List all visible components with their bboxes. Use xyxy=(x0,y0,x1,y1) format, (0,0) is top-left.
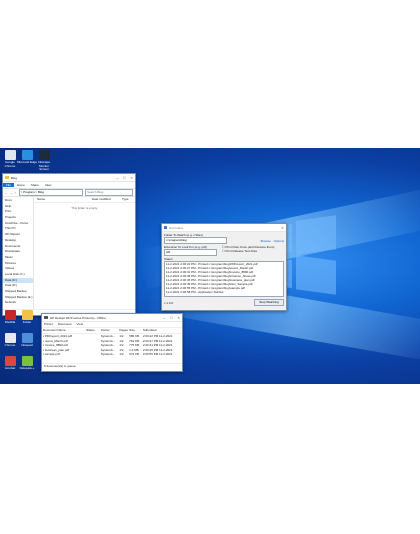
printer-icon xyxy=(44,316,48,319)
app-icon xyxy=(164,226,167,229)
tab-share[interactable]: Share xyxy=(28,183,42,187)
browse-link[interactable]: Browse xyxy=(261,239,271,243)
tab-view[interactable]: View xyxy=(42,183,54,187)
status-log[interactable]: 11-2-2021 2:00:22 PM - Printed c:\progra… xyxy=(164,261,284,297)
menu-printer[interactable]: Printer xyxy=(44,322,53,327)
app-icon xyxy=(21,310,33,320)
extension-value: pdf xyxy=(166,250,171,254)
navigation-pane: Docs Help Print Projects OneDrive - Perso Thi… xyxy=(3,197,34,309)
column-header[interactable]: Submitted xyxy=(142,328,182,333)
address-path: > Program > Blog xyxy=(20,190,45,194)
version-text: v 1.0.0 xyxy=(164,300,174,305)
table-cell: 2:00:55 PM 11-2-2021 xyxy=(142,352,173,356)
address-bar[interactable]: > Program > Blog xyxy=(18,189,83,196)
log-line: 11-2-2021 2:00:58 PM - Application Start… xyxy=(166,290,224,294)
app-icon xyxy=(4,150,16,160)
desktop-icon[interactable]: Inkscape Monitor Screen xyxy=(34,150,54,172)
menu-document[interactable]: Document xyxy=(58,322,72,327)
column-date-modified[interactable]: Date modified xyxy=(92,197,122,202)
print-queue-window: HP Deskjet 3070 series Printer(s) - Offl… xyxy=(41,313,183,372)
close-icon[interactable]: × xyxy=(175,315,182,320)
tab-file[interactable]: File xyxy=(3,183,14,187)
column-header[interactable]: Size xyxy=(128,328,142,333)
forward-arrow-icon[interactable]: → xyxy=(10,191,13,195)
desktop-icon[interactable]: Notepad xyxy=(17,333,37,348)
column-name[interactable]: Name xyxy=(34,197,92,202)
print-release-label: Print Release Text Files xyxy=(225,249,257,253)
back-arrow-icon[interactable]: ← xyxy=(5,191,8,195)
minimize-icon[interactable]: – xyxy=(161,315,168,320)
desktop-icon-label: Folder xyxy=(22,320,32,324)
close-icon[interactable]: × xyxy=(128,175,135,180)
desktop-icon-label: Inkscape Monitor Screen xyxy=(37,160,50,171)
column-header[interactable]: Pages xyxy=(118,328,128,333)
desktop-icon[interactable]: Notepad++ xyxy=(17,356,37,371)
column-header[interactable]: Owner xyxy=(100,328,119,333)
stop-watching-button[interactable]: Stop Watching xyxy=(254,299,284,306)
app-icon xyxy=(21,150,33,160)
print-release-checkbox[interactable]: ☐ Print Release Text Files xyxy=(222,249,284,253)
print-queue-header: Document Name Status Owner Pages Size Submitt… xyxy=(42,327,182,334)
maximize-icon[interactable]: □ xyxy=(168,315,175,320)
desktop-icon[interactable]: Folder xyxy=(17,310,37,325)
table-cell: 1/2 xyxy=(119,352,124,356)
table-row[interactable]: ▪ sample.pdf SystemA... 1/2 973 KB 2:00:55 P… xyxy=(42,352,182,357)
table-cell: ▪ sample.pdf xyxy=(43,352,60,356)
app-icon xyxy=(21,333,33,343)
close-icon[interactable]: × xyxy=(279,225,286,230)
app-icon xyxy=(38,150,50,160)
print-queue-title: HP Deskjet 3070 series Printer(s) - Offl… xyxy=(50,315,106,320)
windows-logo-pane xyxy=(296,255,336,295)
table-cell xyxy=(85,352,100,357)
app-icon xyxy=(4,333,16,343)
column-header[interactable]: Document Name xyxy=(42,328,85,333)
empty-folder-text: This folder is empty. xyxy=(71,206,98,210)
print-queue-status: 5 document(s) in queue xyxy=(42,363,182,368)
column-header[interactable]: Status xyxy=(85,328,100,333)
table-cell: 973 KB xyxy=(129,352,139,356)
explorer-window: Blog – □ × File Home Share View ← → ↑ > … xyxy=(2,173,136,316)
folder-input[interactable]: c:\program\blog xyxy=(164,237,227,244)
search-placeholder: Search Blog xyxy=(87,190,104,194)
windows-logo-pane xyxy=(296,215,336,255)
folder-icon xyxy=(5,176,9,179)
options-link[interactable]: Options xyxy=(274,239,284,243)
explorer-title: Blog xyxy=(11,175,18,180)
desktop-icon-label: Notepad xyxy=(21,343,33,347)
dialog-title: Hot Folder xyxy=(169,225,184,230)
folder-value: c:\program\blog xyxy=(166,238,187,242)
app-icon xyxy=(4,356,16,366)
search-input[interactable]: Search Blog xyxy=(85,189,133,196)
extension-input[interactable]: pdf xyxy=(164,249,217,256)
nav-item[interactable]: Network xyxy=(3,300,33,306)
menu-view[interactable]: View xyxy=(77,322,83,327)
up-arrow-icon[interactable]: ↑ xyxy=(15,191,17,195)
column-type[interactable]: Type xyxy=(122,197,129,202)
table-cell: SystemA... xyxy=(100,352,116,356)
tab-home[interactable]: Home xyxy=(14,183,28,187)
hot-folder-dialog: Hot Folder × Folder To Watch (e.g. c:\fi… xyxy=(161,223,287,311)
app-icon xyxy=(4,310,16,320)
minimize-icon[interactable]: – xyxy=(114,175,121,180)
print-queue-rows: ▪ PDFreport_2021.pdf SystemA... 1/2 586 KB 2… xyxy=(42,334,182,363)
app-icon xyxy=(21,356,33,366)
desktop-icon-label: Notepad++ xyxy=(19,366,35,370)
maximize-icon[interactable]: □ xyxy=(121,175,128,180)
